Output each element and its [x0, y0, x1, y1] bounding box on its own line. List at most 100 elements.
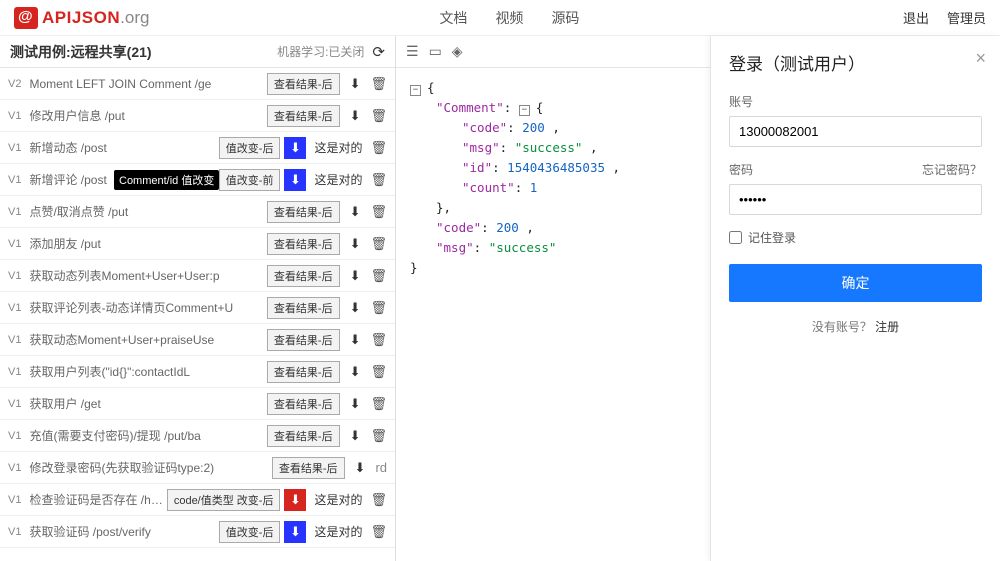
download-icon[interactable]: ⬇	[350, 332, 361, 348]
view-result-button[interactable]: 查看结果-后	[267, 73, 340, 95]
logout-link[interactable]: 退出	[903, 8, 929, 27]
download-icon[interactable]: ⬇	[284, 489, 306, 511]
view-result-button[interactable]: 查看结果-后	[267, 361, 340, 383]
view-result-button[interactable]: 查看结果-后	[267, 265, 340, 287]
download-icon[interactable]: ⬇	[350, 268, 361, 284]
delete-icon[interactable]: 🗑	[370, 108, 387, 124]
table-row[interactable]: V2 Moment LEFT JOIN Comment /ge 查看结果-后 ⬇ 🗑	[0, 68, 395, 100]
delete-icon[interactable]: 🗑	[370, 492, 387, 508]
nav-videos[interactable]: 视频	[495, 8, 523, 28]
refresh-icon[interactable]: ⟳	[372, 43, 385, 61]
view-result-button[interactable]: 查看结果-后	[267, 297, 340, 319]
table-row[interactable]: V1检查验证码是否存在 /heacode/值类型 改变-后⬇这是对的🗑	[0, 484, 395, 516]
table-row[interactable]: V1添加朋友 /put查看结果-后⬇🗑	[0, 228, 395, 260]
at-logo-icon	[14, 7, 38, 29]
delete-icon[interactable]: 🗑	[370, 524, 387, 540]
nav-source[interactable]: 源码	[551, 8, 579, 28]
table-row[interactable]: V1点赞/取消点赞 /put查看结果-后⬇🗑	[0, 196, 395, 228]
code-type-changed-button[interactable]: code/值类型 改变-后	[167, 489, 281, 511]
table-row[interactable]: V1获取动态Moment+User+praiseUse查看结果-后⬇🗑	[0, 324, 395, 356]
version-badge: V1	[8, 526, 21, 538]
testcase-name: 获取动态列表Moment+User+User:p	[29, 267, 262, 284]
table-row[interactable]: V1新增评论 /postComment/id 值改变值改变-前⬇这是对的🗑	[0, 164, 395, 196]
nav-docs[interactable]: 文档	[439, 8, 467, 28]
testcase-list: V2Moment LEFT JOIN Comment /ge查看结果-后⬇🗑V1…	[0, 68, 395, 561]
account-input[interactable]	[729, 116, 982, 147]
version-badge: V1	[8, 142, 21, 154]
table-row[interactable]: V1修改用户信息 /put查看结果-后⬇🗑	[0, 100, 395, 132]
value-changed-before-button[interactable]: 值改变-前	[219, 169, 281, 191]
delete-icon[interactable]: 🗑	[370, 396, 387, 412]
value-changed-after-button[interactable]: 值改变-后	[219, 137, 281, 159]
remember-checkbox[interactable]	[729, 231, 742, 244]
download-icon[interactable]: ⬇	[350, 204, 361, 220]
version-badge: V1	[8, 174, 21, 186]
download-icon[interactable]: ⬇	[284, 521, 306, 543]
delete-icon[interactable]: 🗑	[370, 364, 387, 380]
testcase-name: Moment LEFT JOIN Comment /ge	[29, 77, 262, 91]
view-result-button[interactable]: 查看结果-后	[267, 425, 340, 447]
view-result-button[interactable]: 查看结果-后	[267, 233, 340, 255]
top-nav: 文档 视频 源码	[439, 8, 579, 28]
table-row[interactable]: V1 获取动态列表Moment+User+User:p 查看结果-后 ⬇ 🗑	[0, 260, 395, 292]
download-icon[interactable]: ⬇	[350, 428, 361, 444]
version-badge: V1	[8, 462, 21, 474]
collapse-toggle-icon[interactable]: −	[519, 105, 530, 116]
delete-icon[interactable]: 🗑	[370, 300, 387, 316]
login-title: 登录（测试用户）	[729, 50, 982, 75]
register-link[interactable]: 注册	[875, 320, 899, 334]
table-row[interactable]: V1获取验证码 /post/verify值改变-后⬇这是对的🗑	[0, 516, 395, 548]
close-icon[interactable]: ×	[975, 48, 986, 69]
layers-icon[interactable]: ◈	[452, 43, 463, 60]
testcase-name: 修改登录密码(先获取验证码type:2)	[29, 459, 267, 476]
value-changed-after-button[interactable]: 值改变-后	[219, 521, 281, 543]
rd-text: rd	[375, 460, 387, 475]
download-icon[interactable]: ⬇	[284, 137, 306, 159]
password-input[interactable]	[729, 184, 982, 215]
list-view-icon[interactable]: ☰	[406, 43, 419, 60]
download-icon[interactable]: ⬇	[350, 236, 361, 252]
download-icon[interactable]: ⬇	[355, 460, 366, 476]
download-icon[interactable]: ⬇	[350, 108, 361, 124]
logo[interactable]: APIJSON .org	[14, 7, 149, 29]
delete-icon[interactable]: 🗑	[370, 236, 387, 252]
table-row[interactable]: V1获取评论列表-动态详情页Comment+U查看结果-后⬇🗑	[0, 292, 395, 324]
download-icon[interactable]: ⬇	[350, 300, 361, 316]
delete-icon[interactable]: 🗑	[370, 172, 387, 188]
collapse-toggle-icon[interactable]: −	[410, 85, 421, 96]
download-icon[interactable]: ⬇	[350, 364, 361, 380]
table-row[interactable]: V1 新增动态 /post 值改变-后⬇ 这是对的 🗑	[0, 132, 395, 164]
table-row[interactable]: V1 修改登录密码(先获取验证码type:2) 查看结果-后 ⬇ rd	[0, 452, 395, 484]
table-row[interactable]: V1获取用户列表("id{}":contactIdL查看结果-后⬇🗑	[0, 356, 395, 388]
delete-icon[interactable]: 🗑	[370, 204, 387, 220]
table-row[interactable]: V1获取用户 /get查看结果-后⬇🗑	[0, 388, 395, 420]
table-row[interactable]: V1充值(需要支付密码)/提现 /put/ba查看结果-后⬇🗑	[0, 420, 395, 452]
confirm-button[interactable]: 确定	[729, 264, 982, 302]
view-result-button[interactable]: 查看结果-后	[272, 457, 345, 479]
delete-icon[interactable]: 🗑	[370, 332, 387, 348]
delete-icon[interactable]: 🗑	[370, 268, 387, 284]
testcase-name: 新增动态 /post	[29, 139, 214, 156]
download-icon[interactable]: ⬇	[350, 76, 361, 92]
version-badge: V1	[8, 366, 21, 378]
version-badge: V2	[8, 78, 21, 90]
view-result-button[interactable]: 查看结果-后	[267, 105, 340, 127]
ml-status-text: 机器学习:已关闭	[277, 43, 364, 60]
version-badge: V1	[8, 270, 21, 282]
delete-icon[interactable]: 🗑	[370, 76, 387, 92]
view-result-button[interactable]: 查看结果-后	[267, 393, 340, 415]
download-icon[interactable]: ⬇	[350, 396, 361, 412]
result-label: 这是对的	[314, 523, 362, 540]
admin-link[interactable]: 管理员	[947, 8, 986, 27]
view-result-button[interactable]: 查看结果-后	[267, 201, 340, 223]
forgot-password-link[interactable]: 忘记密码？	[922, 161, 982, 178]
view-result-button[interactable]: 查看结果-后	[267, 329, 340, 351]
testcase-name: 获取用户 /get	[29, 395, 262, 412]
download-icon[interactable]: ⬇	[284, 169, 306, 191]
testcase-title: 测试用例:远程共享(21)	[10, 42, 152, 62]
delete-icon[interactable]: 🗑	[370, 140, 387, 156]
result-label: 这是对的	[314, 139, 362, 156]
version-badge: V1	[8, 334, 21, 346]
delete-icon[interactable]: 🗑	[370, 428, 387, 444]
save-icon[interactable]: ▭	[429, 43, 442, 60]
